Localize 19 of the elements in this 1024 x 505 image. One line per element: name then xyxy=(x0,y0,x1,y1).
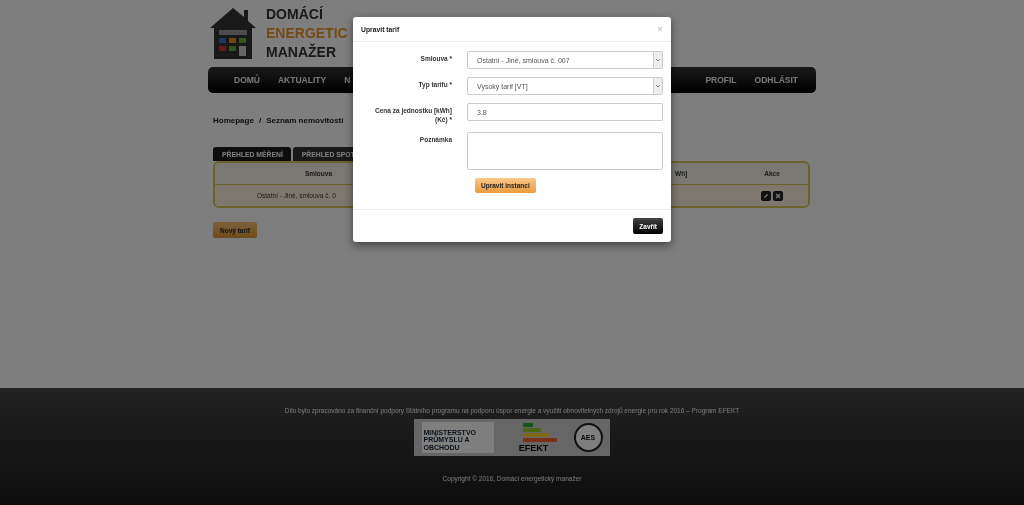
nav-link[interactable]: DOMŮ xyxy=(234,75,260,85)
breadcrumb-link[interactable]: Seznam nemovitostí xyxy=(266,116,344,125)
logo-text: MANAŽER xyxy=(266,42,337,62)
pencil-icon xyxy=(763,192,769,199)
nav-link[interactable]: PROFIL xyxy=(705,75,737,85)
house-logo-icon xyxy=(208,6,258,60)
nav-link[interactable]: ODHLÁSIT xyxy=(754,75,798,85)
logo-text: DOMÁCÍ xyxy=(266,4,324,24)
caret-icon xyxy=(653,78,662,94)
breadcrumb-separator: / xyxy=(258,116,262,125)
logo-text: ENERGETIC xyxy=(266,23,348,43)
breadcrumb-link[interactable]: Homepage xyxy=(213,116,254,125)
cross-icon xyxy=(775,192,781,199)
edit-button[interactable] xyxy=(761,190,771,201)
nav-link[interactable]: AKTUALITY xyxy=(278,75,327,85)
delete-button[interactable] xyxy=(773,190,783,201)
nav-link[interactable]: N xyxy=(344,75,351,85)
caret-icon xyxy=(653,52,662,68)
efekt-logo: EFEKT xyxy=(508,422,559,453)
